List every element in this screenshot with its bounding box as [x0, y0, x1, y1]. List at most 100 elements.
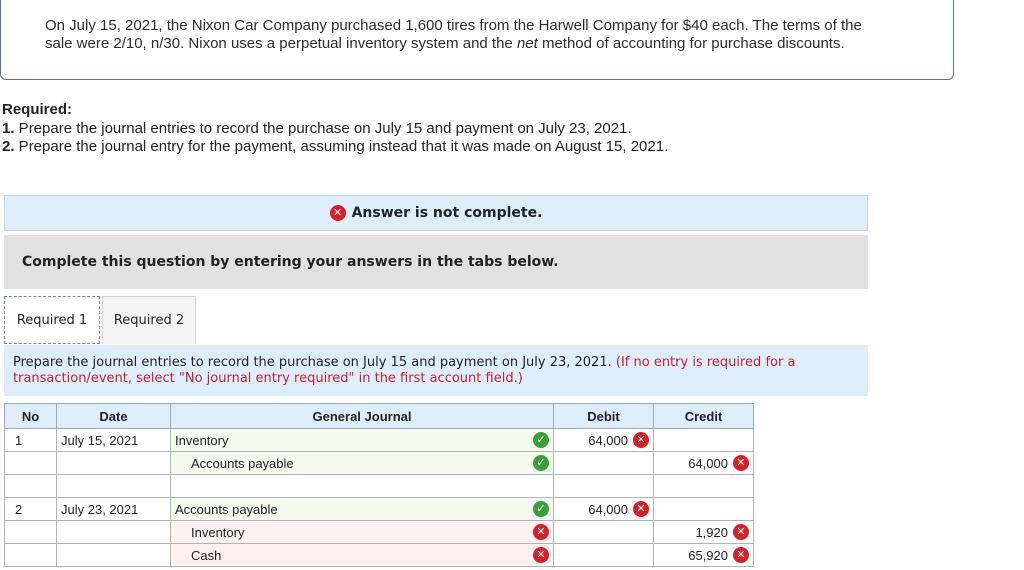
- problem-text: On July 15, 2021, the Nixon Car Company …: [45, 17, 925, 53]
- credit-cell-wrap: 1,920 ✕: [658, 524, 749, 540]
- required-item-2-text: Prepare the journal entry for the paymen…: [14, 138, 669, 155]
- header-date: Date: [56, 403, 171, 429]
- journal-row: Cash ✕ 65,920 ✕: [4, 543, 754, 567]
- credit-cell-value: 65,920: [688, 547, 728, 563]
- tab-required-1-label: Required 1: [16, 312, 88, 328]
- account-name: Accounts payable: [175, 501, 278, 517]
- header-debit: Debit: [553, 403, 654, 429]
- required-item-1-text: Prepare the journal entries to record th…: [14, 120, 632, 137]
- journal-table: No Date General Journal Debit Credit 1 Ju…: [4, 403, 754, 567]
- problem-line-2-end: method of accounting for purchase discou…: [537, 35, 845, 52]
- journal-header-row: No Date General Journal Debit Credit: [4, 403, 754, 429]
- debit-cell-value: 64,000: [588, 432, 628, 448]
- account-cell[interactable]: Inventory ✕: [170, 520, 554, 544]
- row-number-cell: [4, 520, 57, 544]
- journal-row: Inventory ✕ 1,920 ✕: [4, 520, 754, 544]
- account-cell[interactable]: [170, 474, 554, 498]
- credit-cell[interactable]: [653, 428, 754, 452]
- credit-cell[interactable]: 1,920 ✕: [653, 520, 754, 544]
- account-cell[interactable]: Accounts payable ✓: [170, 497, 554, 521]
- tab-required-2-label: Required 2: [113, 313, 185, 328]
- problem-emphasis: net: [516, 35, 538, 52]
- check-circle-icon: ✓: [533, 432, 549, 448]
- tab-required-1[interactable]: Required 1: [4, 296, 100, 344]
- tab-required-2[interactable]: Required 2: [102, 296, 196, 344]
- problem-line-1: On July 15, 2021, the Nixon Car Company …: [45, 17, 862, 34]
- header-no: No: [4, 403, 57, 429]
- account-name: Accounts payable: [191, 455, 294, 471]
- debit-cell-wrap: 64,000 ✕: [558, 501, 649, 517]
- row-number-cell: 1: [4, 428, 57, 452]
- account-cell[interactable]: Inventory ✓: [170, 428, 554, 452]
- row-number-cell: [4, 474, 57, 498]
- journal-body: 1 July 15, 2021 Inventory ✓ 64,000 ✕ Accounts …: [4, 428, 754, 567]
- credit-cell[interactable]: 64,000 ✕: [653, 451, 754, 475]
- x-circle-icon: ✕: [633, 501, 649, 517]
- complete-prompt-box: Complete this question by entering your …: [4, 235, 868, 289]
- date-cell[interactable]: July 23, 2021: [56, 497, 171, 521]
- row-number-cell: [4, 451, 57, 475]
- x-circle-icon: ✕: [733, 547, 749, 563]
- journal-row: Accounts payable ✓ 64,000 ✕: [4, 451, 754, 475]
- credit-cell-value: 64,000: [688, 455, 728, 471]
- account-wrap: Inventory ✓: [175, 432, 549, 448]
- instruction-box: Prepare the journal entries to record th…: [4, 345, 868, 396]
- required-heading: Required:: [2, 101, 73, 118]
- credit-cell[interactable]: [653, 497, 754, 521]
- required-item-1: 1. Prepare the journal entries to record…: [2, 120, 632, 137]
- check-circle-icon: ✓: [533, 455, 549, 471]
- credit-cell-wrap: 64,000 ✕: [658, 455, 749, 471]
- debit-cell-value: 64,000: [588, 501, 628, 517]
- account-name: Inventory: [191, 524, 245, 540]
- account-wrap: Cash ✕: [175, 547, 549, 563]
- date-value: July 23, 2021: [61, 501, 139, 517]
- account-name: Inventory: [175, 432, 229, 448]
- answer-status-banner: ✕ Answer is not complete.: [4, 195, 868, 231]
- debit-cell[interactable]: [553, 451, 654, 475]
- credit-cell[interactable]: [653, 474, 754, 498]
- date-cell[interactable]: [56, 543, 171, 567]
- date-value: July 15, 2021: [61, 432, 139, 448]
- row-number-cell: 2: [4, 497, 57, 521]
- header-credit: Credit: [653, 403, 754, 429]
- journal-row: 2 July 23, 2021 Accounts payable ✓ 64,000 ✕: [4, 497, 754, 521]
- x-circle-icon: ✕: [533, 547, 549, 563]
- problem-line-2: sale were 2/10, n/30. Nixon uses a perpe…: [45, 35, 925, 53]
- instruction-text: Prepare the journal entries to record th…: [13, 355, 612, 370]
- credit-cell[interactable]: 65,920 ✕: [653, 543, 754, 567]
- x-circle-icon: ✕: [633, 432, 649, 448]
- date-cell[interactable]: [56, 451, 171, 475]
- account-wrap: Accounts payable ✓: [175, 455, 549, 471]
- journal-row: 1 July 15, 2021 Inventory ✓ 64,000 ✕: [4, 428, 754, 452]
- date-cell[interactable]: July 15, 2021: [56, 428, 171, 452]
- account-wrap: Accounts payable ✓: [175, 501, 549, 517]
- required-item-2: 2. Prepare the journal entry for the pay…: [2, 138, 668, 155]
- x-circle-icon: ✕: [533, 524, 549, 540]
- date-cell[interactable]: [56, 520, 171, 544]
- credit-cell-wrap: 65,920 ✕: [658, 547, 749, 563]
- debit-cell[interactable]: [553, 543, 654, 567]
- problem-statement-box: On July 15, 2021, the Nixon Car Company …: [0, 0, 954, 80]
- account-cell[interactable]: Cash ✕: [170, 543, 554, 567]
- account-wrap: Inventory ✕: [175, 524, 549, 540]
- debit-cell[interactable]: [553, 474, 654, 498]
- account-cell[interactable]: Accounts payable ✓: [170, 451, 554, 475]
- x-circle-icon: ✕: [733, 524, 749, 540]
- row-number-cell: [4, 543, 57, 567]
- date-cell[interactable]: [56, 474, 171, 498]
- account-name: Cash: [191, 547, 222, 563]
- required-item-2-number: 2.: [2, 138, 15, 155]
- answer-status-text: Answer is not complete.: [351, 205, 543, 221]
- debit-cell[interactable]: 64,000 ✕: [553, 428, 654, 452]
- credit-cell-value: 1,920: [695, 524, 728, 540]
- debit-cell[interactable]: 64,000 ✕: [553, 497, 654, 521]
- x-circle-icon: ✕: [733, 455, 749, 471]
- header-general-journal: General Journal: [170, 403, 554, 429]
- journal-row: [4, 474, 754, 498]
- row-number: 1: [15, 432, 23, 448]
- row-number: 2: [15, 501, 23, 517]
- x-circle-icon: ✕: [329, 205, 346, 221]
- check-circle-icon: ✓: [533, 501, 549, 517]
- debit-cell-wrap: 64,000 ✕: [558, 432, 649, 448]
- debit-cell[interactable]: [553, 520, 654, 544]
